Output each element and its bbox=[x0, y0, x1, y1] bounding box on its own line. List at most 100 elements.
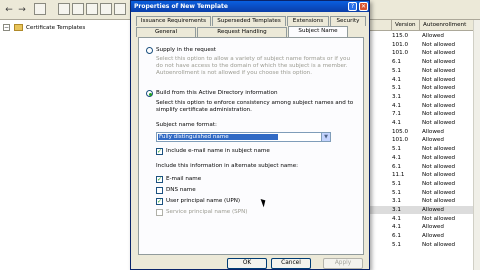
row-version: 101.0 bbox=[392, 41, 409, 48]
row-version: 4.1 bbox=[392, 215, 401, 222]
row-version: 105.0 bbox=[392, 128, 409, 135]
row-autoenrollment: Not allowed bbox=[422, 41, 456, 48]
show-tree-icon[interactable] bbox=[58, 3, 70, 15]
view-icon[interactable] bbox=[114, 3, 126, 15]
up-folder-icon[interactable] bbox=[34, 3, 46, 15]
chevron-down-icon[interactable]: ▼ bbox=[321, 133, 330, 141]
row-version: 101.0 bbox=[392, 137, 409, 144]
include-email-subject-label: Include e-mail name in subject name bbox=[166, 148, 270, 154]
alt-email-label: E-mail name bbox=[166, 176, 202, 182]
tab-general[interactable]: General bbox=[136, 27, 196, 37]
row-autoenrollment: Not allowed bbox=[422, 59, 456, 66]
row-autoenrollment: Allowed bbox=[422, 233, 444, 240]
row-autoenrollment: Not allowed bbox=[422, 93, 456, 100]
collapse-icon[interactable]: − bbox=[3, 24, 10, 31]
row-version: 5.1 bbox=[392, 241, 401, 248]
row-version: 3.1 bbox=[392, 198, 401, 205]
tab-extensions[interactable]: Extensions bbox=[287, 16, 329, 26]
row-autoenrollment: Not allowed bbox=[422, 111, 456, 118]
alt-dns-checkbox[interactable] bbox=[156, 187, 163, 194]
row-version: 4.1 bbox=[392, 76, 401, 83]
tab-request-handling[interactable]: Request Handling bbox=[197, 27, 287, 37]
column-header-version[interactable]: Version bbox=[392, 20, 420, 31]
row-autoenrollment: Not allowed bbox=[422, 146, 456, 153]
tab-superseded-templates[interactable]: Superseded Templates bbox=[212, 16, 286, 26]
row-autoenrollment: Not allowed bbox=[422, 67, 456, 74]
row-autoenrollment: Allowed bbox=[422, 137, 444, 144]
forward-arrow-icon[interactable]: → bbox=[16, 3, 28, 15]
templates-folder-icon bbox=[14, 24, 23, 31]
supply-in-request-label: Supply in the request bbox=[156, 47, 216, 53]
row-autoenrollment: Not allowed bbox=[422, 50, 456, 57]
alt-subject-label: Include this information in alternate su… bbox=[156, 163, 299, 169]
help-title-button[interactable]: ? bbox=[348, 2, 357, 11]
row-version: 11.1 bbox=[392, 172, 405, 179]
include-email-subject-checkbox[interactable]: ✓ bbox=[156, 148, 163, 155]
row-autoenrollment: Not allowed bbox=[422, 120, 456, 126]
build-from-ad-radio[interactable] bbox=[146, 90, 153, 97]
supply-in-request-radio[interactable] bbox=[146, 47, 153, 54]
supply-description: Select this option to allow a variety of… bbox=[156, 56, 351, 76]
row-autoenrollment: Allowed bbox=[422, 33, 444, 39]
tab-issuance-requirements[interactable]: Issuance Requirements bbox=[136, 16, 211, 26]
row-autoenrollment: Not allowed bbox=[422, 241, 456, 248]
console-tree: − Certificate Templates bbox=[0, 20, 133, 270]
subject-name-format-label: Subject name format: bbox=[156, 122, 217, 128]
tree-item-certificate-templates[interactable]: Certificate Templates bbox=[14, 23, 85, 32]
tab-security[interactable]: Security bbox=[330, 16, 366, 26]
alt-upn-label: User principal name (UPN) bbox=[166, 198, 241, 204]
row-autoenrollment: Not allowed bbox=[422, 163, 456, 170]
row-version: 5.1 bbox=[392, 180, 401, 187]
row-autoenrollment: Not allowed bbox=[422, 189, 456, 196]
row-autoenrollment: Not allowed bbox=[422, 172, 456, 179]
row-autoenrollment: Not allowed bbox=[422, 85, 456, 92]
alt-dns-label: DNS name bbox=[166, 187, 196, 193]
row-autoenrollment: Not allowed bbox=[422, 198, 456, 205]
row-version: 4.1 bbox=[392, 102, 401, 109]
row-autoenrollment: Allowed bbox=[422, 224, 444, 231]
alt-email-checkbox[interactable]: ✓ bbox=[156, 176, 163, 183]
row-autoenrollment: Not allowed bbox=[422, 180, 456, 187]
tree-item-label: Certificate Templates bbox=[26, 24, 86, 31]
row-version: 6.1 bbox=[392, 233, 401, 240]
build-from-ad-label: Build from this Active Directory informa… bbox=[156, 90, 278, 96]
row-autoenrollment: Not allowed bbox=[422, 154, 456, 161]
row-version: 3.1 bbox=[392, 93, 401, 100]
cancel-button[interactable]: Cancel bbox=[271, 258, 311, 269]
row-version: 3.1 bbox=[392, 207, 401, 213]
close-title-button[interactable]: ✕ bbox=[359, 2, 368, 11]
row-version: 5.1 bbox=[392, 85, 401, 92]
row-version: 4.1 bbox=[392, 154, 401, 161]
row-version: 7.1 bbox=[392, 111, 401, 118]
row-version: 4.1 bbox=[392, 120, 401, 126]
dialog-title: Properties of New Template bbox=[131, 1, 369, 12]
back-arrow-icon[interactable]: ← bbox=[3, 3, 15, 15]
apply-button[interactable]: Apply bbox=[323, 258, 363, 269]
row-version: 115.0 bbox=[392, 33, 409, 39]
row-autoenrollment: Allowed bbox=[422, 207, 444, 213]
column-header-name[interactable] bbox=[370, 20, 392, 31]
help-icon[interactable] bbox=[100, 3, 112, 15]
list-scrollbar[interactable] bbox=[473, 20, 480, 270]
row-version: 5.1 bbox=[392, 67, 401, 74]
row-version: 6.1 bbox=[392, 59, 401, 66]
alt-spn-checkbox[interactable] bbox=[156, 209, 163, 216]
alt-spn-label: Service principal name (SPN) bbox=[166, 209, 248, 215]
table-row[interactable]: 3.1 Allowed bbox=[370, 206, 480, 214]
properties-dialog: Properties of New Template ? ✕ Issuance … bbox=[130, 0, 370, 270]
tab-subject-name[interactable]: Subject Name bbox=[288, 26, 348, 37]
row-version: 6.1 bbox=[392, 163, 401, 170]
row-version: 5.1 bbox=[392, 146, 401, 153]
subject-name-format-select[interactable]: Fully distinguished name ▼ bbox=[156, 132, 331, 142]
export-list-icon[interactable] bbox=[86, 3, 98, 15]
column-header-autoenrollment[interactable]: Autoenrollment bbox=[420, 20, 480, 31]
subject-name-panel: Supply in the request Select this option… bbox=[138, 37, 364, 255]
properties-icon[interactable] bbox=[72, 3, 84, 15]
template-list: Version Autoenrollment 115.0 Allowed 101.0… bbox=[370, 20, 480, 270]
alt-upn-checkbox[interactable]: ✓ bbox=[156, 198, 163, 205]
row-autoenrollment: Not allowed bbox=[422, 102, 456, 109]
row-autoenrollment: Not allowed bbox=[422, 76, 456, 83]
ok-button[interactable]: OK bbox=[227, 258, 267, 269]
build-description: Select this option to enforce consistenc… bbox=[156, 100, 354, 113]
row-autoenrollment: Not allowed bbox=[422, 215, 456, 222]
